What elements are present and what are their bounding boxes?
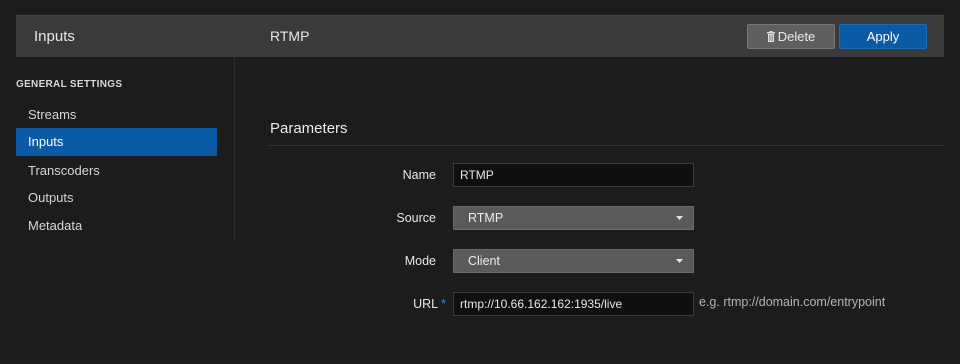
url-hint: e.g. rtmp://domain.com/entrypoint (699, 295, 886, 309)
sidebar-item-transcoders[interactable]: Transcoders (16, 157, 217, 185)
sidebar-group-label: GENERAL SETTINGS (16, 79, 123, 90)
sidebar-item-inputs[interactable]: Inputs (16, 128, 217, 156)
app-frame: Inputs RTMP Delete Apply GENERAL SETTING… (0, 0, 960, 364)
name-label: Name (402, 168, 436, 182)
apply-button-label: Apply (866, 29, 900, 44)
url-label-text: URL (413, 297, 439, 311)
mode-select-value: Client (468, 254, 500, 268)
sidebar-item-outputs[interactable]: Outputs (16, 184, 217, 212)
apply-button[interactable]: Apply (839, 24, 927, 49)
header-bar: Inputs RTMP Delete Apply (16, 15, 944, 57)
mode-label: Mode (404, 254, 436, 268)
source-select[interactable]: RTMP (453, 206, 694, 230)
delete-button[interactable]: Delete (747, 24, 835, 49)
caret-down-icon (676, 259, 683, 263)
sidebar-item-metadata[interactable]: Metadata (16, 212, 217, 240)
sidebar-item-streams[interactable]: Streams (16, 101, 217, 129)
url-input[interactable]: rtmp://10.66.162.162:1935/live (453, 292, 694, 316)
source-label: Source (396, 211, 436, 225)
source-select-value: RTMP (468, 211, 504, 225)
url-label: URL * (326, 297, 446, 311)
name-input[interactable]: RTMP (453, 163, 694, 187)
parameters-heading: Parameters (270, 120, 348, 137)
required-marker: * (441, 297, 446, 311)
page-title: RTMP (270, 28, 310, 44)
divider (269, 145, 944, 146)
caret-down-icon (676, 216, 683, 220)
mode-select[interactable]: Client (453, 249, 694, 273)
delete-button-label: Delete (777, 29, 816, 44)
sidebar: GENERAL SETTINGS Streams Inputs Transcod… (16, 58, 235, 242)
section-title: Inputs (34, 28, 75, 45)
trash-icon (766, 31, 775, 42)
